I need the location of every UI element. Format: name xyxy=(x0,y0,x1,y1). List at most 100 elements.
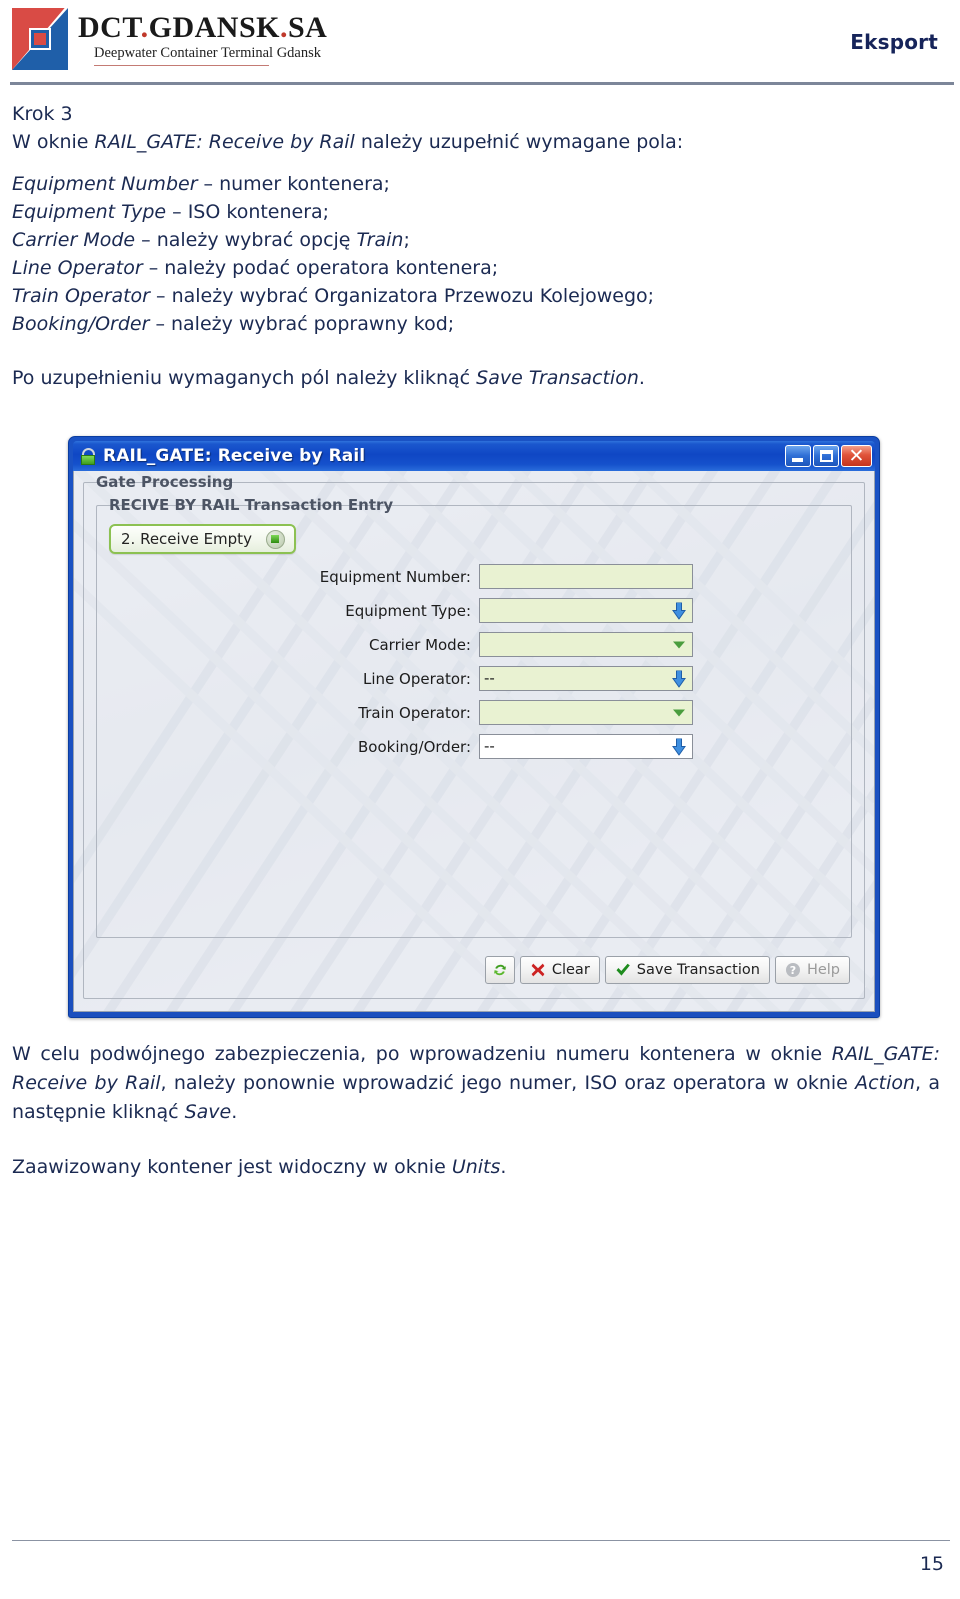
receive-empty-label: 2. Receive Empty xyxy=(121,530,252,548)
footer-divider xyxy=(12,1540,950,1541)
red-x-icon xyxy=(531,963,545,977)
field-desc-after: ; xyxy=(403,229,410,251)
train-operator-select[interactable] xyxy=(479,700,693,725)
dialog-client-area: Gate Processing RECIVE BY RAIL Transacti… xyxy=(73,471,875,1012)
closing-content: W celu podwójnego zabezpieczenia, po wpr… xyxy=(12,1040,940,1181)
page-number: 15 xyxy=(919,1553,944,1575)
question-mark-icon: ? xyxy=(785,963,800,977)
clear-label: Clear xyxy=(551,962,590,978)
intro-suffix: należy uzupełnić wymagane pola: xyxy=(354,131,684,153)
green-check-icon xyxy=(616,963,630,976)
booking-order-input[interactable]: -- xyxy=(479,734,693,759)
field-desc: – numer kontenera; xyxy=(197,173,390,195)
save-transaction-button[interactable]: Save Transaction xyxy=(604,956,770,984)
dialog-title: RAIL_GATE: Receive by Rail xyxy=(103,446,366,466)
minimize-icon[interactable] xyxy=(785,445,811,467)
intro-window-name: RAIL_GATE: Receive by Rail xyxy=(94,131,355,153)
receive-empty-button[interactable]: 2. Receive Empty xyxy=(109,524,296,554)
form-row-carrier-mode: Carrier Mode: xyxy=(97,630,851,659)
field-desc: – należy podać operatora kontenera; xyxy=(142,257,499,279)
dialog-titlebar[interactable]: RAIL_GATE: Receive by Rail ✕ xyxy=(73,441,875,471)
chevron-down-icon[interactable] xyxy=(673,641,685,648)
form-row-equipment-type: Equipment Type: xyxy=(97,596,851,625)
lookup-arrow-icon[interactable] xyxy=(672,738,686,755)
save-note-prefix: Po uzupełnieniu wymaganych pól należy kl… xyxy=(12,367,477,389)
transaction-entry-group: RECIVE BY RAIL Transaction Entry 2. Rece… xyxy=(96,496,852,938)
save-transaction-label: Save Transaction xyxy=(636,962,760,978)
dialog-button-bar: Clear Save Transaction ? Help xyxy=(484,956,850,984)
field-item-3: Line Operator – należy podać operatora k… xyxy=(12,254,940,282)
field-item-2: Carrier Mode – należy wybrać opcję Train… xyxy=(12,226,940,254)
field-name: Booking/Order xyxy=(12,313,150,335)
close-icon[interactable]: ✕ xyxy=(841,445,872,467)
line-operator-value: -- xyxy=(484,669,495,687)
chevron-down-icon[interactable] xyxy=(673,709,685,716)
save-note: Po uzupełnieniu wymaganych pól należy kl… xyxy=(12,364,940,392)
save-note-emphasis: Save Transaction xyxy=(476,367,639,389)
clear-button[interactable]: Clear xyxy=(519,956,600,984)
gate-processing-legend: Gate Processing xyxy=(92,473,238,491)
form-row-train-operator: Train Operator: xyxy=(97,698,851,727)
field-desc-before: – należy wybrać opcję xyxy=(135,229,357,251)
form-row-equipment-number: Equipment Number: xyxy=(97,562,851,591)
train-operator-label: Train Operator: xyxy=(358,703,471,722)
field-item-4: Train Operator – należy wybrać Organizat… xyxy=(12,282,940,310)
equipment-type-input[interactable] xyxy=(479,598,693,623)
booking-order-label: Booking/Order: xyxy=(358,737,471,756)
green-square-icon xyxy=(265,529,285,549)
field-desc: – należy wybrać poprawny kod; xyxy=(149,313,455,335)
cp1-em3: Save xyxy=(184,1101,232,1123)
refresh-icon xyxy=(493,964,506,976)
field-desc: – ISO kontenera; xyxy=(166,201,330,223)
logo-underline xyxy=(94,65,269,67)
cp1-a: W celu podwójnego zabezpieczenia, po wpr… xyxy=(12,1043,832,1065)
page-header: DCT.GDANSK.SA Deepwater Container Termin… xyxy=(0,0,960,86)
field-name: Line Operator xyxy=(12,257,143,279)
step-heading: Krok 3 xyxy=(12,103,73,125)
cp2-em: Units xyxy=(451,1156,501,1178)
intro-prefix: W oknie xyxy=(12,131,95,153)
maximize-icon[interactable] xyxy=(813,445,839,467)
rail-gate-dialog: RAIL_GATE: Receive by Rail ✕ Gate Proces… xyxy=(68,436,880,1018)
cp1-em2: Action xyxy=(855,1072,916,1094)
equipment-number-label: Equipment Number: xyxy=(319,567,471,586)
cp1-d: . xyxy=(231,1101,238,1123)
field-name: Equipment Number xyxy=(12,173,198,195)
field-emphasis: Train xyxy=(356,229,404,251)
field-item-0: Equipment Number – numer kontenera; xyxy=(12,170,940,198)
dct-logo-mark-icon xyxy=(12,8,68,70)
help-label: Help xyxy=(806,962,840,978)
cp2-a: Zaawizowany kontener jest widoczny w okn… xyxy=(12,1156,452,1178)
field-item-5: Booking/Order – należy wybrać poprawny k… xyxy=(12,310,940,338)
form-fields: Equipment Number: Equipment Type: Carrie… xyxy=(97,562,851,766)
lookup-arrow-icon[interactable] xyxy=(672,602,686,619)
header-divider xyxy=(10,82,954,85)
field-desc: – należy wybrać Organizatora Przewozu Ko… xyxy=(150,285,655,307)
booking-order-value: -- xyxy=(484,737,495,755)
equipment-type-label: Equipment Type: xyxy=(345,601,471,620)
cp1-b: , należy ponownie wprowadzić jego numer,… xyxy=(160,1072,856,1094)
help-button[interactable]: ? Help xyxy=(774,956,850,984)
field-name: Carrier Mode xyxy=(12,229,136,251)
refresh-button[interactable] xyxy=(484,956,515,984)
padlock-icon xyxy=(80,447,97,465)
carrier-mode-label: Carrier Mode: xyxy=(369,635,471,654)
document-content: Krok 3 W oknie RAIL_GATE: Receive by Rai… xyxy=(12,100,940,392)
closing-paragraph-1: W celu podwójnego zabezpieczenia, po wpr… xyxy=(12,1040,940,1127)
logo-subtitle: Deepwater Container Terminal Gdansk xyxy=(94,45,322,62)
logo-title: DCT.GDANSK.SA xyxy=(78,10,328,44)
form-row-booking-order: Booking/Order: -- xyxy=(97,732,851,761)
company-logo: DCT.GDANSK.SA Deepwater Container Termin… xyxy=(12,8,327,70)
section-label: Eksport xyxy=(850,30,938,54)
transaction-entry-legend: RECIVE BY RAIL Transaction Entry xyxy=(105,496,398,514)
line-operator-label: Line Operator: xyxy=(363,669,471,688)
lookup-arrow-icon[interactable] xyxy=(672,670,686,687)
field-item-1: Equipment Type – ISO kontenera; xyxy=(12,198,940,226)
intro-line: W oknie RAIL_GATE: Receive by Rail należ… xyxy=(12,128,940,156)
field-name: Train Operator xyxy=(12,285,150,307)
line-operator-input[interactable]: -- xyxy=(479,666,693,691)
carrier-mode-select[interactable] xyxy=(479,632,693,657)
gate-processing-group: Gate Processing RECIVE BY RAIL Transacti… xyxy=(83,473,865,999)
equipment-number-input[interactable] xyxy=(479,564,693,589)
cp2-b: . xyxy=(500,1156,507,1178)
